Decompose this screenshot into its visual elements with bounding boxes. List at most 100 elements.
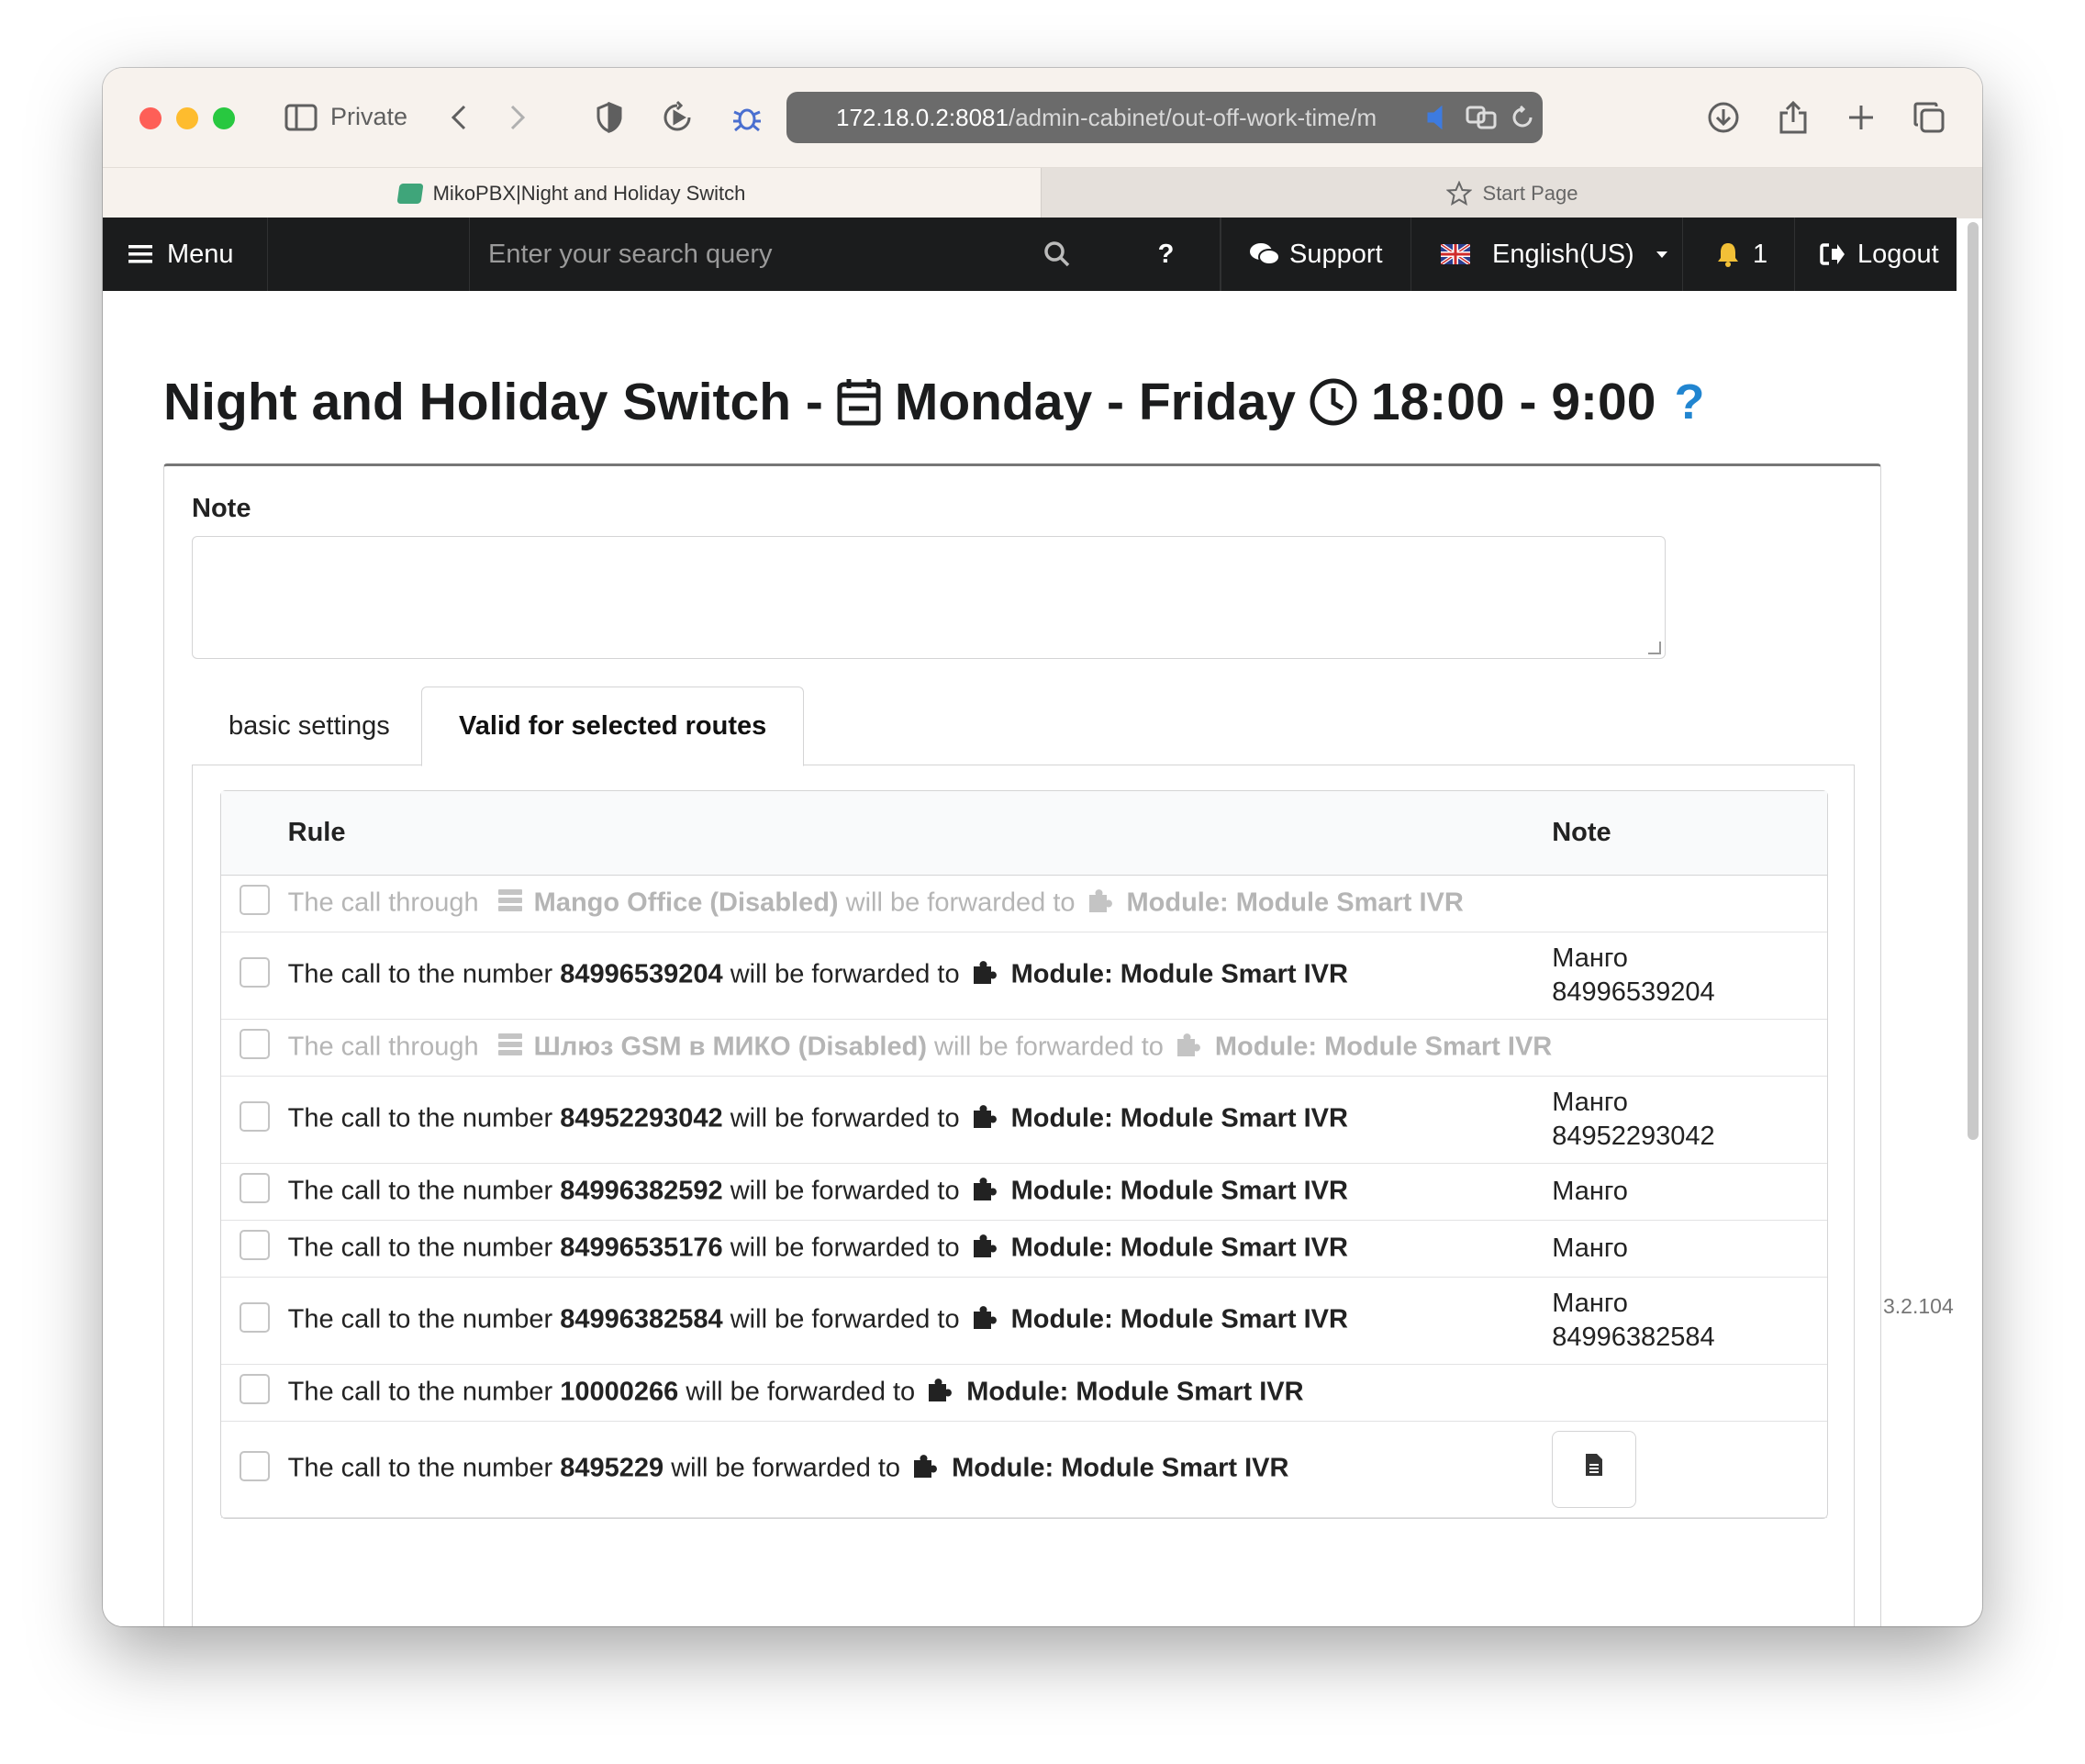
rule-destination: Module: Module Smart IVR	[1010, 959, 1348, 989]
puzzle-icon	[911, 1452, 941, 1487]
support-button[interactable]: Support	[1221, 218, 1411, 291]
notifications-button[interactable]: 1	[1683, 218, 1795, 291]
row-checkbox[interactable]	[240, 1230, 270, 1260]
header-checkbox-cell	[221, 791, 275, 876]
zoom-window-button[interactable]	[213, 107, 235, 129]
note-edit-button[interactable]	[1552, 1431, 1637, 1508]
language-label: English(US)	[1492, 239, 1634, 269]
table-row[interactable]: The call to the number 8495229 will be f…	[221, 1422, 1827, 1518]
row-checkbox[interactable]	[240, 1173, 270, 1203]
rule-prefix: The call to the number	[287, 1304, 553, 1334]
reload-icon[interactable]	[1507, 95, 1538, 140]
page-scrollbar[interactable]	[1968, 222, 1979, 1223]
replay-icon[interactable]	[657, 95, 697, 140]
url-host: 172.18.0.2:8081	[836, 103, 1009, 131]
notification-count: 1	[1753, 239, 1768, 269]
rule-cell: The call to the number 84996382592 will …	[274, 1164, 1553, 1221]
table-row[interactable]: The call to the number 84996382592 will …	[221, 1164, 1827, 1221]
routes-table-body: The call through Mango Office (Disabled)…	[221, 876, 1827, 1518]
search-icon[interactable]	[1039, 218, 1076, 291]
row-checkbox[interactable]	[240, 1100, 270, 1132]
header-note: Note	[1552, 791, 1827, 876]
rule-target: 84952293042	[560, 1103, 723, 1133]
translate-icon[interactable]	[1465, 95, 1500, 140]
rule-destination: Module: Module Smart IVR	[952, 1453, 1289, 1483]
rule-middle: will be forwarded to	[730, 1233, 960, 1263]
table-row[interactable]: The call through Шлюз GSM в МИКО (Disabl…	[221, 1020, 1827, 1077]
note-line-1: Манго	[1552, 1234, 1628, 1263]
browser-tab-mikopbx[interactable]: MikoPBX|Night and Holiday Switch	[103, 168, 1041, 218]
title-help-icon[interactable]: ?	[1674, 374, 1704, 430]
resize-handle-icon[interactable]	[1648, 642, 1661, 654]
rule-prefix: The call to the number	[287, 1233, 553, 1263]
row-checkbox[interactable]	[240, 1029, 270, 1059]
table-row[interactable]: The call to the number 84996382584 will …	[221, 1278, 1827, 1365]
checkbox-cell	[221, 1020, 275, 1077]
page-title: Night and Holiday Switch - Monday - Frid…	[163, 372, 1704, 432]
new-tab-icon[interactable]	[1841, 95, 1881, 140]
shield-icon[interactable]	[591, 95, 628, 140]
rule-target: 10000266	[560, 1377, 679, 1407]
row-checkbox[interactable]	[240, 885, 270, 915]
puzzle-icon	[971, 1232, 1000, 1267]
rule-middle: will be forwarded to	[730, 1103, 960, 1133]
language-dropdown[interactable]: English(US)	[1411, 218, 1683, 291]
tab-basic-settings[interactable]: basic settings	[192, 687, 427, 765]
rule-prefix: The call through	[287, 1032, 479, 1062]
row-checkbox[interactable]	[240, 1450, 270, 1481]
tabs-overview-icon[interactable]	[1909, 95, 1949, 140]
menu-button[interactable]: Menu	[103, 218, 268, 291]
puzzle-icon	[1087, 887, 1116, 921]
menu-label: Menu	[167, 239, 234, 269]
browser-window: Private 172.18.0.2:8081/admin-cabinet/ou…	[103, 68, 1982, 1626]
rule-destination: Module: Module Smart IVR	[1010, 1233, 1348, 1263]
scrollbar-thumb[interactable]	[1968, 222, 1979, 1140]
close-window-button[interactable]	[139, 107, 162, 129]
forward-icon[interactable]	[503, 95, 532, 140]
rule-destination: Module: Module Smart IVR	[1010, 1103, 1348, 1133]
rule-target: 84996535176	[560, 1233, 723, 1263]
checkbox-cell	[221, 932, 275, 1020]
audio-icon[interactable]	[1424, 95, 1455, 140]
browser-tab-start-page[interactable]: Start Page	[1041, 168, 1982, 218]
mikopbx-favicon-icon	[396, 183, 424, 204]
sidebar-icon[interactable]	[283, 95, 319, 140]
version-label: 3.2.104	[1883, 1294, 1954, 1318]
checkbox-cell	[221, 1422, 275, 1518]
chevron-down-icon	[1656, 251, 1667, 258]
note-line-2: 84952293042	[1552, 1122, 1715, 1151]
row-checkbox[interactable]	[240, 1301, 270, 1333]
calendar-icon	[836, 377, 882, 427]
note-cell	[1552, 1422, 1827, 1518]
share-icon[interactable]	[1773, 95, 1813, 140]
browser-tab-label: Start Page	[1482, 181, 1578, 205]
minimize-window-button[interactable]	[176, 107, 198, 129]
checkbox-cell	[221, 1365, 275, 1422]
download-icon[interactable]	[1703, 95, 1744, 140]
table-row[interactable]: The call to the number 10000266 will be …	[221, 1365, 1827, 1422]
tab-valid-routes[interactable]: Valid for selected routes	[421, 687, 805, 766]
help-button[interactable]: ?	[1112, 218, 1221, 291]
note-cell	[1552, 876, 1827, 932]
table-row[interactable]: The call to the number 84996535176 will …	[221, 1221, 1827, 1278]
note-textarea[interactable]	[192, 536, 1666, 659]
rule-cell: The call to the number 10000266 will be …	[274, 1365, 1553, 1422]
back-icon[interactable]	[444, 95, 474, 140]
row-checkbox[interactable]	[240, 956, 270, 988]
puzzle-icon	[926, 1376, 955, 1411]
form-segment: Note basic settings Valid for selected r…	[163, 463, 1881, 1626]
table-row[interactable]: The call through Mango Office (Disabled)…	[221, 876, 1827, 932]
table-row[interactable]: The call to the number 84996539204 will …	[221, 932, 1827, 1020]
search-input[interactable]: Enter your search query	[470, 218, 975, 291]
settings-tabs: basic settings Valid for selected routes	[192, 687, 1855, 766]
routes-tab-panel: Rule Note The call through Mango Office …	[192, 765, 1855, 1626]
logout-button[interactable]: Logout	[1795, 218, 1957, 291]
bug-icon[interactable]	[727, 95, 767, 140]
row-checkbox[interactable]	[240, 1374, 270, 1404]
table-row[interactable]: The call to the number 84952293042 will …	[221, 1077, 1827, 1164]
rule-cell: The call to the number 8495229 will be f…	[274, 1422, 1553, 1518]
rule-destination: Module: Module Smart IVR	[1010, 1176, 1348, 1206]
checkbox-cell	[221, 876, 275, 932]
rule-destination: Module: Module Smart IVR	[1214, 1032, 1553, 1062]
app-navbar: Menu Enter your search query ? Support E…	[103, 218, 1957, 291]
